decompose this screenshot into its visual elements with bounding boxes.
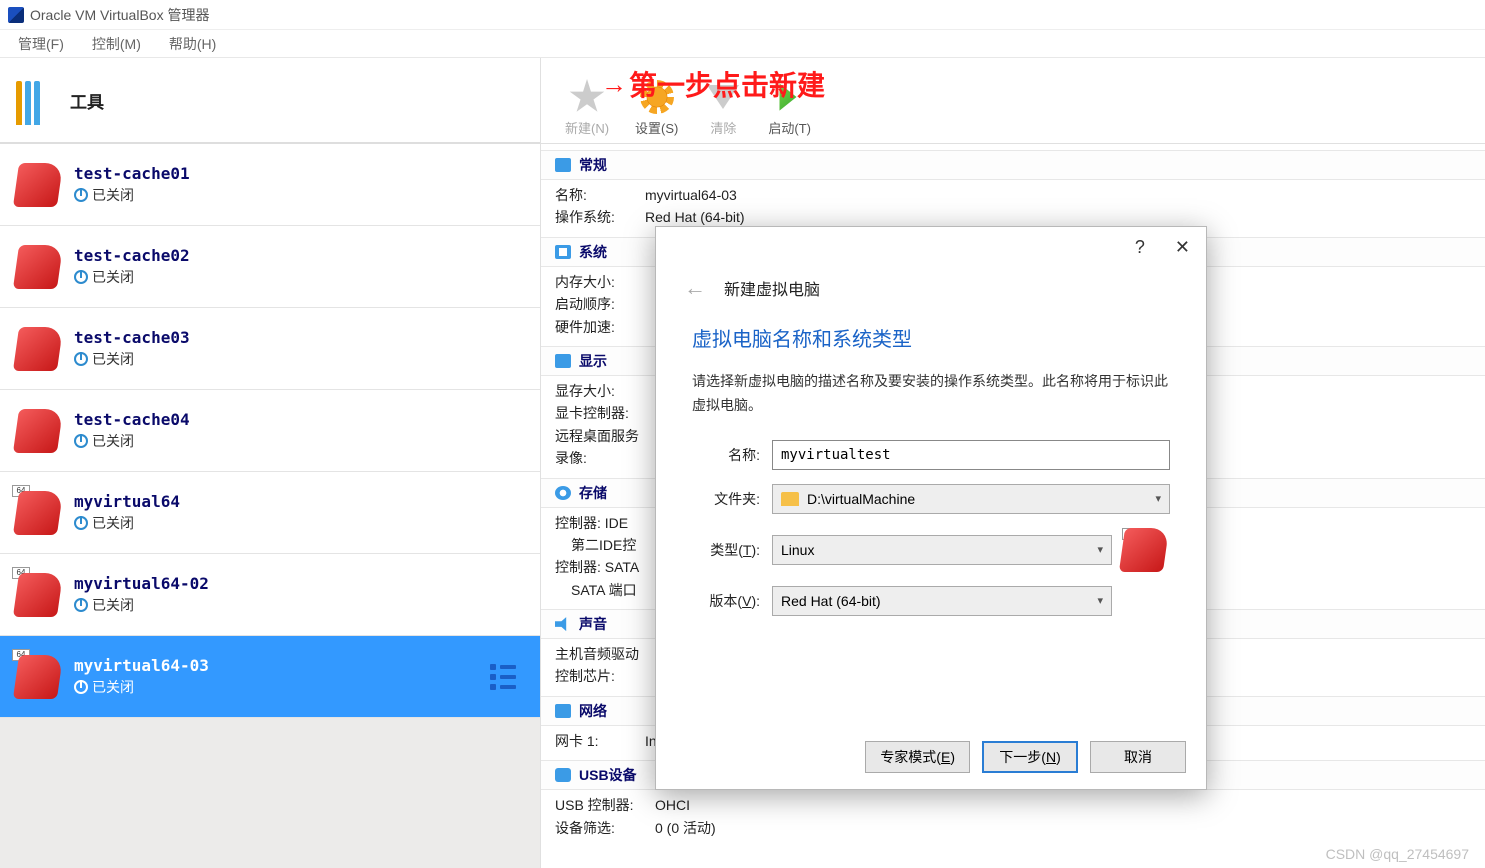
- help-button[interactable]: ?: [1135, 237, 1145, 258]
- system-icon: [555, 245, 571, 259]
- vm-os-icon: 64: [16, 573, 60, 617]
- vm-name: myvirtual64-02: [74, 574, 209, 593]
- new-button[interactable]: 新建(N): [565, 78, 609, 137]
- folder-label: 文件夹:: [692, 489, 772, 509]
- type-combo[interactable]: Linux ▾: [772, 535, 1112, 565]
- vm-menu-icon[interactable]: [490, 664, 516, 690]
- chevron-down-icon: ▾: [1155, 492, 1161, 505]
- vm-item-test-cache04[interactable]: test-cache04 已关闭: [0, 390, 540, 472]
- menu-help[interactable]: 帮助(H): [169, 34, 216, 54]
- vm-os-icon: [16, 409, 60, 453]
- vm-name: test-cache01: [74, 164, 190, 183]
- starburst-icon: [568, 78, 606, 116]
- tools-button[interactable]: 工具: [0, 58, 540, 144]
- power-icon: [74, 598, 88, 612]
- network-icon: [555, 704, 571, 718]
- version-label: 版本(V):: [692, 591, 772, 611]
- vm-name: myvirtual64-03: [74, 656, 209, 675]
- discard-button[interactable]: 清除: [704, 78, 742, 137]
- vm-name: test-cache02: [74, 246, 190, 265]
- vm-item-test-cache03[interactable]: test-cache03 已关闭: [0, 308, 540, 390]
- power-icon: [74, 188, 88, 202]
- sidebar: 工具 test-cache01已关闭test-cache02已关闭test-ca…: [0, 58, 540, 868]
- power-icon: [74, 516, 88, 530]
- settings-button[interactable]: 设置(S): [635, 78, 678, 137]
- toolbar: 新建(N) 设置(S) 清除 启动(T) → 第一步点击新建: [541, 58, 1485, 144]
- vm-status: 已关闭: [74, 431, 190, 451]
- app-icon: [8, 7, 24, 23]
- vm-name: test-cache03: [74, 328, 190, 347]
- vm-os-icon: [16, 163, 60, 207]
- start-button[interactable]: 启动(T): [768, 78, 811, 137]
- display-icon: [555, 354, 571, 368]
- version-combo[interactable]: Red Hat (64-bit) ▾: [772, 586, 1112, 616]
- vm-status: 已关闭: [74, 677, 209, 697]
- gear-icon: [638, 78, 676, 116]
- power-icon: [74, 352, 88, 366]
- vm-status: 已关闭: [74, 185, 190, 205]
- folder-combo[interactable]: D:\virtualMachine ▾: [772, 484, 1170, 514]
- power-icon: [74, 680, 88, 694]
- menubar: 管理(F) 控制(M) 帮助(H): [0, 30, 1485, 58]
- power-icon: [74, 434, 88, 448]
- name-input[interactable]: [772, 440, 1170, 470]
- menu-control[interactable]: 控制(M): [92, 34, 141, 54]
- vm-os-icon: [16, 245, 60, 289]
- os-icon: 64: [1122, 528, 1166, 572]
- close-button[interactable]: ✕: [1175, 237, 1190, 258]
- type-label: 类型(T):: [692, 540, 772, 560]
- chevron-down-icon: ▾: [1097, 543, 1103, 556]
- vm-status: 已关闭: [74, 349, 190, 369]
- tools-icon: [16, 75, 56, 125]
- vm-status: 已关闭: [74, 513, 180, 533]
- vm-os-icon: 64: [16, 491, 60, 535]
- dialog-header: 新建虚拟电脑: [724, 276, 820, 300]
- vm-os-icon: [16, 327, 60, 371]
- new-vm-dialog: ? ✕ ← 新建虚拟电脑 虚拟电脑名称和系统类型 请选择新虚拟电脑的描述名称及要…: [655, 226, 1207, 790]
- vm-item-test-cache01[interactable]: test-cache01 已关闭: [0, 144, 540, 226]
- audio-icon: [555, 617, 571, 631]
- discard-icon: [704, 78, 742, 116]
- dialog-description: 请选择新虚拟电脑的描述名称及要安装的操作系统类型。此名称将用于标识此虚拟电脑。: [692, 370, 1170, 418]
- power-icon: [74, 270, 88, 284]
- vm-item-myvirtual64-03[interactable]: 64 myvirtual64-03 已关闭: [0, 636, 540, 718]
- tools-label: 工具: [70, 88, 104, 113]
- general-icon: [555, 158, 571, 172]
- window-title: Oracle VM VirtualBox 管理器: [30, 5, 209, 25]
- vm-status: 已关闭: [74, 267, 190, 287]
- dialog-heading: 虚拟电脑名称和系统类型: [692, 323, 1170, 352]
- chevron-down-icon: ▾: [1097, 594, 1103, 607]
- cancel-button[interactable]: 取消: [1090, 741, 1186, 773]
- vm-os-icon: 64: [16, 655, 60, 699]
- vm-name: test-cache04: [74, 410, 190, 429]
- vm-status: 已关闭: [74, 595, 209, 615]
- vm-item-myvirtual64-02[interactable]: 64 myvirtual64-02 已关闭: [0, 554, 540, 636]
- back-arrow-icon[interactable]: ←: [684, 275, 706, 301]
- next-button[interactable]: 下一步(N): [982, 741, 1078, 773]
- expert-mode-button[interactable]: 专家模式(E): [865, 741, 970, 773]
- usb-icon: [555, 768, 571, 782]
- name-label: 名称:: [692, 445, 772, 465]
- menu-manage[interactable]: 管理(F): [18, 34, 64, 54]
- window-titlebar: Oracle VM VirtualBox 管理器: [0, 0, 1485, 30]
- folder-icon: [781, 492, 799, 506]
- watermark: CSDN @qq_27454697: [1326, 846, 1469, 862]
- vm-item-test-cache02[interactable]: test-cache02 已关闭: [0, 226, 540, 308]
- section-general[interactable]: 常规: [541, 150, 1485, 180]
- play-icon: [771, 78, 809, 116]
- vm-item-myvirtual64[interactable]: 64 myvirtual64 已关闭: [0, 472, 540, 554]
- vm-name: myvirtual64: [74, 492, 180, 511]
- storage-icon: [555, 486, 571, 500]
